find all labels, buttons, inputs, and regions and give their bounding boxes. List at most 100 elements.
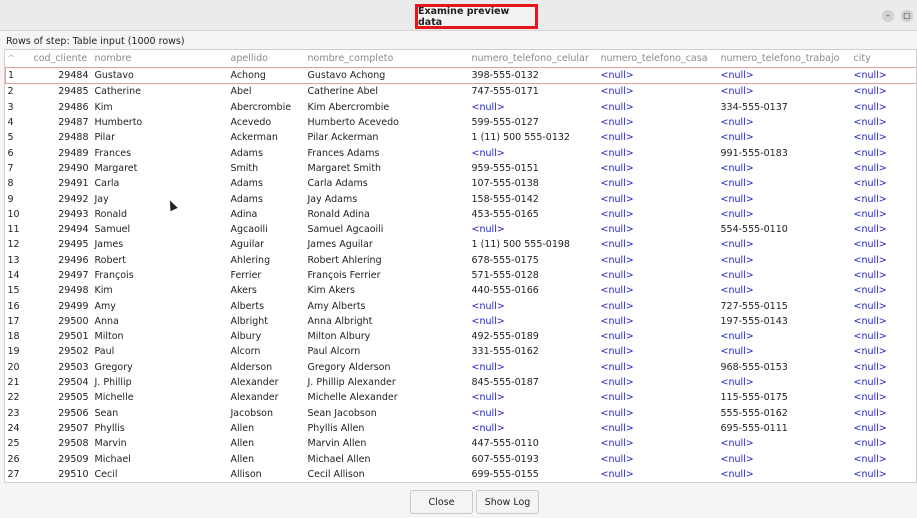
column-header[interactable]: numero_telefono_trabajo [719,50,852,68]
table-cell[interactable]: 29495 [32,237,93,252]
table-row[interactable]: 3 29486 Kim Abercrombie Kim Abercrombie <null… [6,100,917,115]
row-index-cell[interactable]: 24 [6,421,32,436]
table-cell[interactable]: Adams [229,145,306,160]
table-cell[interactable]: <null> [852,207,917,222]
close-button[interactable]: Close [410,490,473,514]
table-cell[interactable]: Cecil [93,467,229,482]
table-cell[interactable]: Kim Akers [306,283,470,298]
table-cell[interactable]: <null> [599,344,719,359]
table-row[interactable]: 9 29492 Jay Adams Jay Adams 158-555-0142 <null… [6,191,917,206]
table-cell[interactable]: <null> [719,207,852,222]
table-row[interactable]: 16 29499 Amy Alberts Amy Alberts <null> <null>… [6,298,917,313]
table-cell[interactable]: <null> [852,115,917,130]
row-index-cell[interactable]: 19 [6,344,32,359]
table-cell[interactable]: <null> [599,191,719,206]
table-cell[interactable]: Adina [229,207,306,222]
table-cell[interactable]: <null> [852,268,917,283]
column-header[interactable]: city [852,50,917,68]
table-cell[interactable]: <null> [852,283,917,298]
table-cell[interactable]: <null> [852,390,917,405]
table-cell[interactable]: Pilar [93,130,229,145]
table-cell[interactable]: Margaret [93,161,229,176]
table-cell[interactable]: 29487 [32,115,93,130]
table-cell[interactable]: 699-555-0155 [470,467,599,482]
table-row[interactable]: 27 29510 Cecil Allison Cecil Allison 699-555-… [6,467,917,482]
table-cell[interactable]: Abercrombie [229,100,306,115]
table-cell[interactable]: <null> [852,237,917,252]
table-row[interactable]: 8 29491 Carla Adams Carla Adams 107-555-0138 <… [6,176,917,191]
table-row[interactable]: 2 29485 Catherine Abel Catherine Abel 747-555… [6,84,917,100]
table-cell[interactable]: 197-555-0143 [719,314,852,329]
table-cell[interactable]: Margaret Smith [306,161,470,176]
table-row[interactable]: 6 29489 Frances Adams Frances Adams <null> <nu… [6,145,917,160]
table-row[interactable]: 25 29508 Marvin Allen Marvin Allen 447-555-01… [6,436,917,451]
table-cell[interactable]: <null> [599,314,719,329]
table-cell[interactable]: <null> [599,253,719,268]
table-cell[interactable]: <null> [719,84,852,100]
table-cell[interactable]: Alcorn [229,344,306,359]
preview-data-grid[interactable]: ^ cod_cliente nombre apellido nombre_com… [4,49,917,483]
table-cell[interactable]: François [93,268,229,283]
table-cell[interactable]: 1 (11) 500 555-0132 [470,130,599,145]
table-cell[interactable]: 107-555-0138 [470,176,599,191]
table-cell[interactable]: 29490 [32,161,93,176]
table-cell[interactable]: 607-555-0193 [470,451,599,466]
table-cell[interactable]: Humberto [93,115,229,130]
table-cell[interactable]: 29509 [32,451,93,466]
table-cell[interactable]: 29497 [32,268,93,283]
table-row[interactable]: 7 29490 Margaret Smith Margaret Smith 959-555… [6,161,917,176]
table-cell[interactable]: Milton Albury [306,329,470,344]
table-cell[interactable]: <null> [599,237,719,252]
row-index-cell[interactable]: 8 [6,176,32,191]
table-cell[interactable]: <null> [470,406,599,421]
table-cell[interactable]: <null> [599,360,719,375]
table-cell[interactable]: <null> [599,161,719,176]
table-cell[interactable]: Samuel [93,222,229,237]
table-cell[interactable]: 492-555-0189 [470,329,599,344]
table-row[interactable]: 10 29493 Ronald Adina Ronald Adina 453-555-01… [6,207,917,222]
table-cell[interactable]: 29508 [32,436,93,451]
table-row[interactable]: 12 29495 James Aguilar James Aguilar 1 (11) 5… [6,237,917,252]
row-index-cell[interactable]: 5 [6,130,32,145]
table-cell[interactable]: <null> [599,467,719,482]
table-cell[interactable]: <null> [852,451,917,466]
table-cell[interactable]: Paul Alcorn [306,344,470,359]
table-cell[interactable]: J. Phillip Alexander [306,375,470,390]
table-cell[interactable]: Adams [229,176,306,191]
table-row[interactable]: 23 29506 Sean Jacobson Sean Jacobson <null> <n… [6,406,917,421]
column-header[interactable]: nombre_completo [306,50,470,68]
table-cell[interactable]: <null> [599,436,719,451]
table-cell[interactable]: <null> [470,421,599,436]
table-cell[interactable]: <null> [852,130,917,145]
table-cell[interactable]: Gregory [93,360,229,375]
table-cell[interactable]: Amy Alberts [306,298,470,313]
table-cell[interactable]: 747-555-0171 [470,84,599,100]
row-index-cell[interactable]: 25 [6,436,32,451]
table-cell[interactable]: <null> [599,222,719,237]
table-cell[interactable]: <null> [470,100,599,115]
table-cell[interactable]: Frances Adams [306,145,470,160]
table-cell[interactable]: <null> [852,360,917,375]
table-cell[interactable]: <null> [599,84,719,100]
table-cell[interactable]: 29501 [32,329,93,344]
table-cell[interactable]: Sean Jacobson [306,406,470,421]
table-cell[interactable]: Ackerman [229,130,306,145]
table-cell[interactable]: <null> [599,115,719,130]
table-cell[interactable]: Acevedo [229,115,306,130]
table-cell[interactable]: <null> [598,66,719,85]
table-row[interactable]: 14 29497 François Ferrier François Ferrier 57… [6,268,917,283]
table-cell[interactable]: Phyllis [93,421,229,436]
row-index-cell[interactable]: 4 [6,115,32,130]
table-cell[interactable]: Adams [229,191,306,206]
table-cell[interactable]: <null> [599,390,719,405]
column-header[interactable]: nombre [93,50,229,68]
table-row[interactable]: 18 29501 Milton Albury Milton Albury 492-555-… [6,329,917,344]
table-cell[interactable]: <null> [470,145,599,160]
table-cell[interactable]: <null> [852,329,917,344]
table-cell[interactable]: <null> [599,100,719,115]
table-cell[interactable]: Michelle [93,390,229,405]
table-cell[interactable]: <null> [599,451,719,466]
table-cell[interactable]: Ronald [93,207,229,222]
table-row[interactable]: 22 29505 Michelle Alexander Michelle Alexand… [6,390,917,405]
row-index-cell[interactable]: 22 [6,390,32,405]
